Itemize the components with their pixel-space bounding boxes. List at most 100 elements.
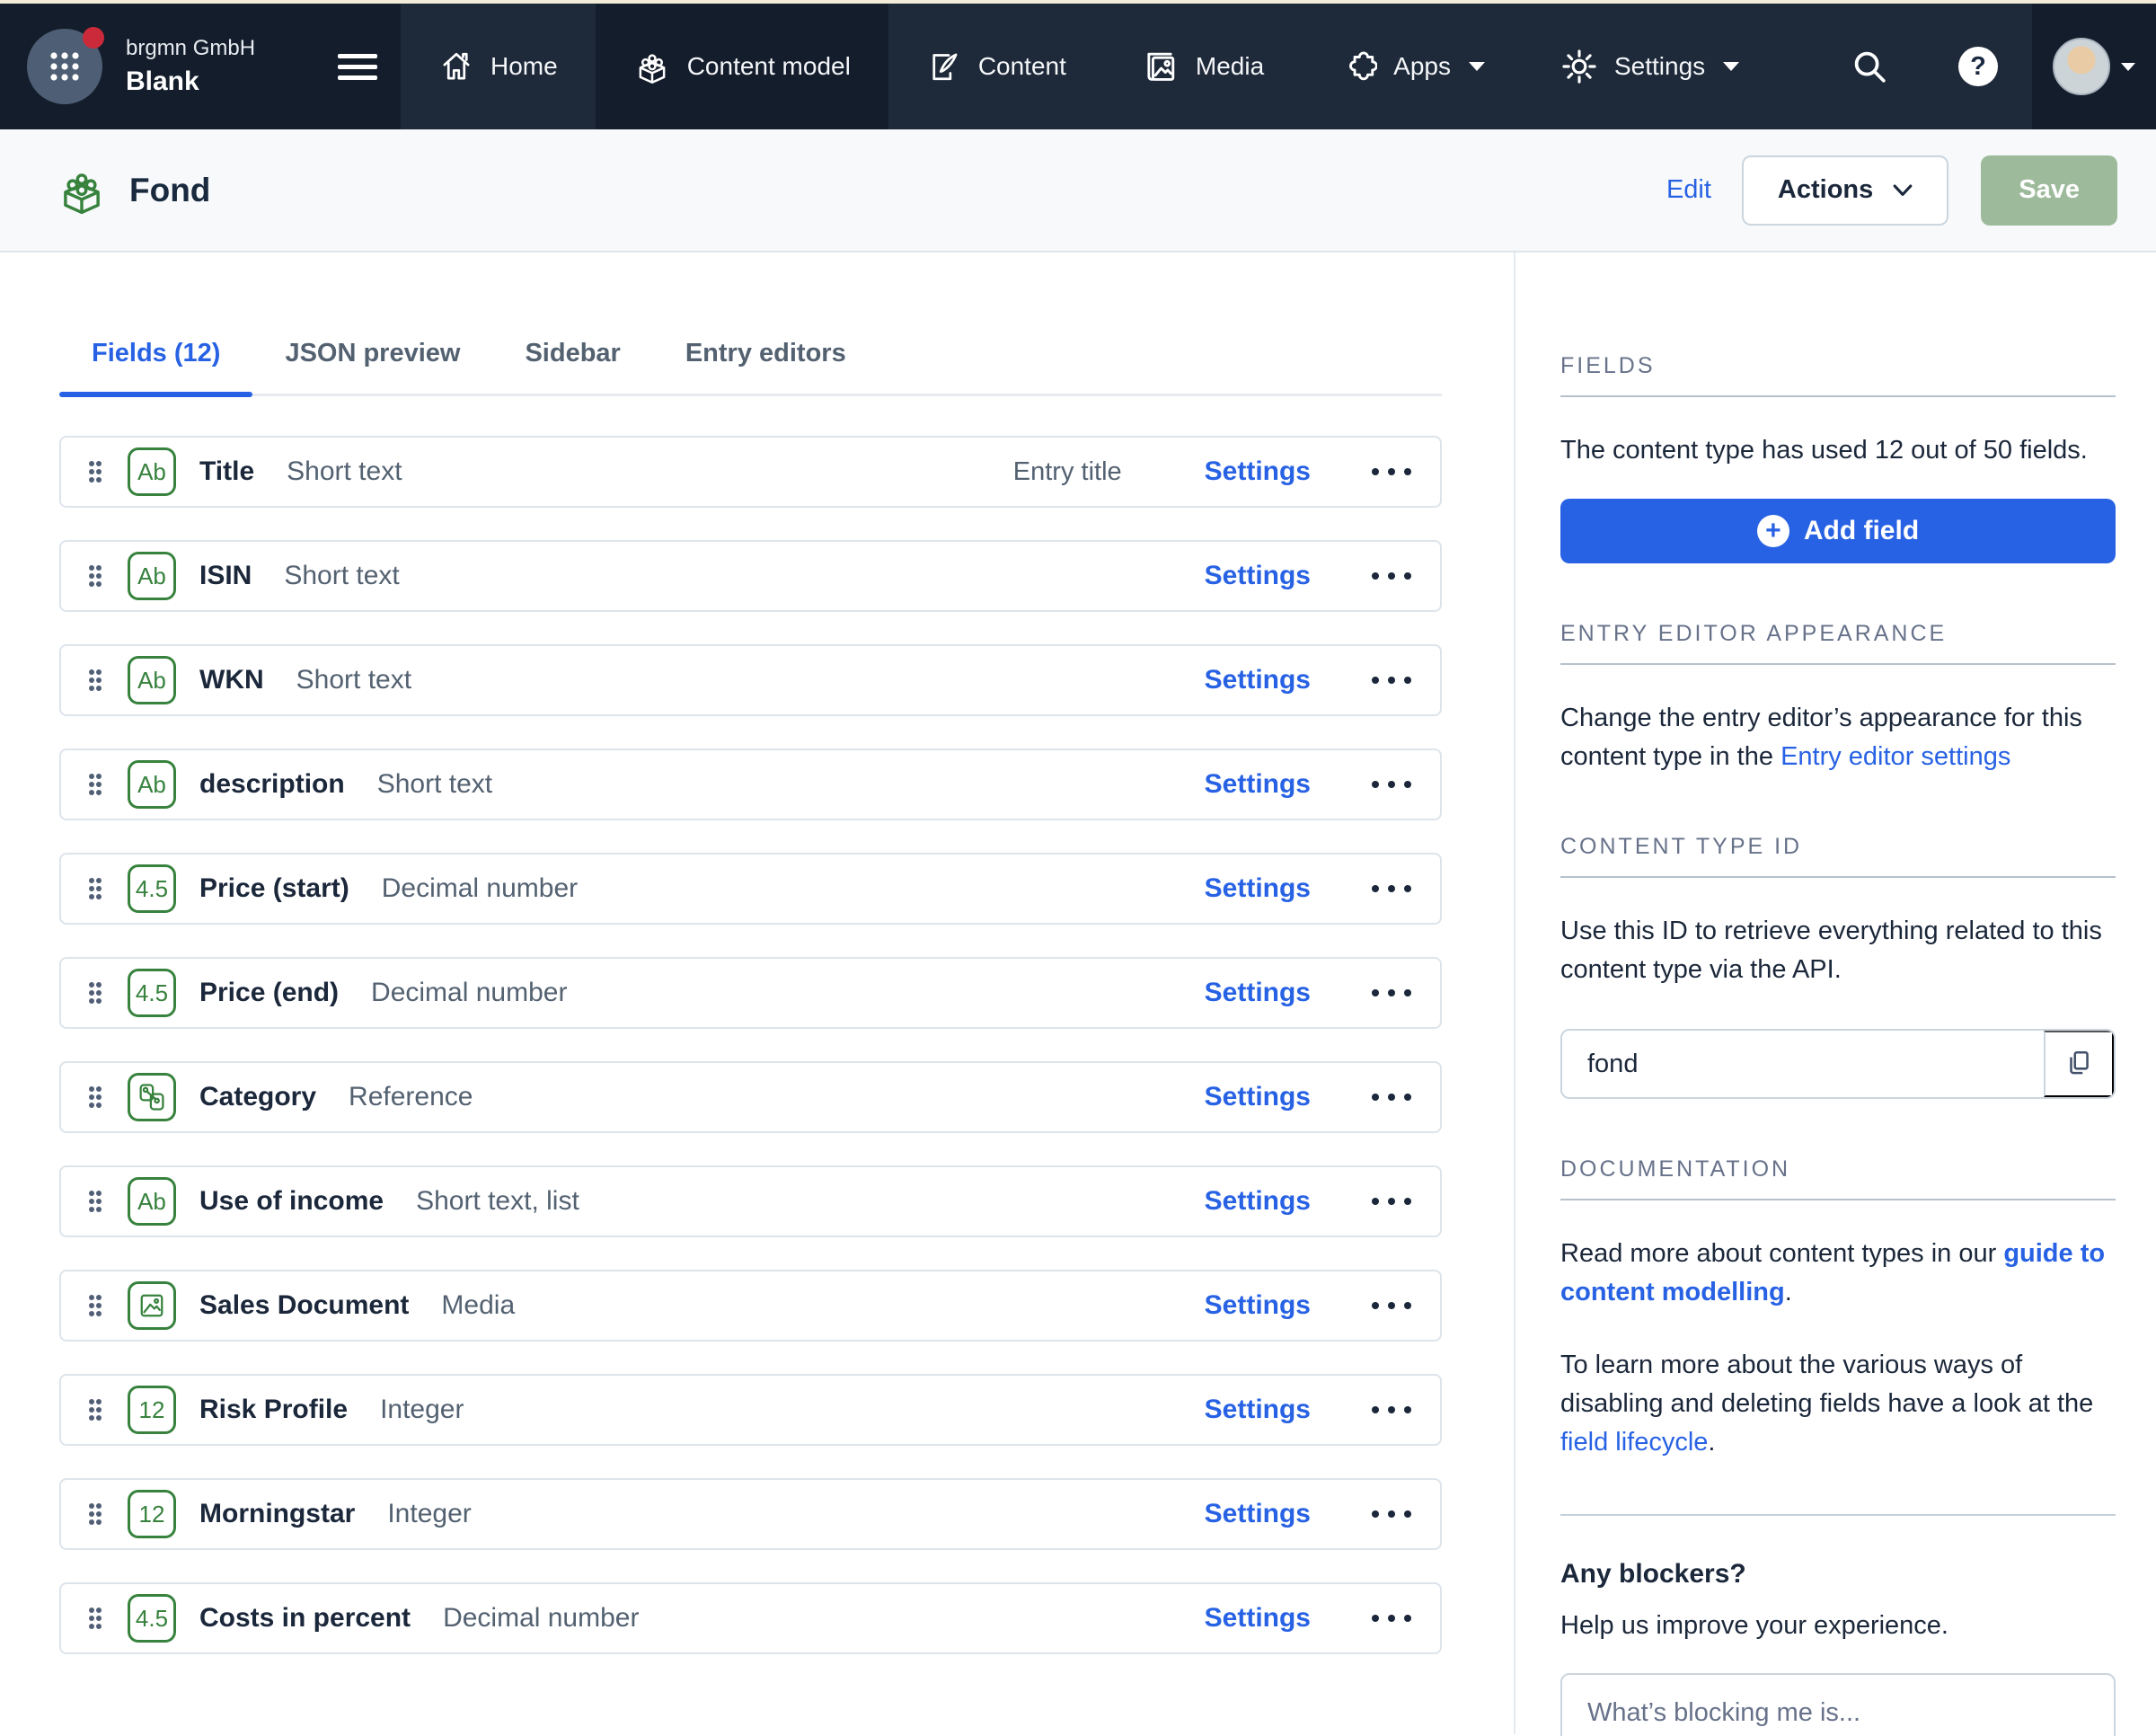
field-settings-link[interactable]: Settings <box>1205 1186 1311 1217</box>
field-settings-link[interactable]: Settings <box>1205 1082 1311 1112</box>
field-settings-link[interactable]: Settings <box>1205 561 1311 591</box>
field-type-label: Media <box>441 1290 515 1321</box>
edit-link[interactable]: Edit <box>1666 175 1711 205</box>
field-lifecycle-link[interactable]: field lifecycle <box>1560 1428 1708 1457</box>
tab-entry-editors[interactable]: Entry editors <box>653 339 879 394</box>
actions-button[interactable]: Actions <box>1742 155 1948 226</box>
chevron-down-icon <box>1723 62 1739 71</box>
drag-handle-icon[interactable] <box>86 1500 104 1528</box>
field-name: Title <box>199 456 254 487</box>
nav-item-label: Media <box>1196 52 1264 81</box>
field-settings-link[interactable]: Settings <box>1205 873 1311 904</box>
field-name: WKN <box>199 665 264 695</box>
field-settings-link[interactable]: Settings <box>1205 978 1311 1008</box>
field-row: 4.5Price (end)Decimal numberSettings <box>59 957 1442 1029</box>
field-settings-link[interactable]: Settings <box>1205 769 1311 800</box>
tab-bar: Fields (12)JSON previewSidebarEntry edit… <box>59 339 1442 396</box>
field-overflow-button[interactable] <box>1368 882 1415 895</box>
account-menu[interactable] <box>2032 4 2156 129</box>
field-row: 4.5Costs in percentDecimal numberSetting… <box>59 1582 1442 1654</box>
entry-title-badge: Entry title <box>1013 457 1122 487</box>
org-avatar[interactable] <box>27 29 102 104</box>
home-icon <box>438 49 474 84</box>
field-name: Price (end) <box>199 978 339 1008</box>
tab-json-preview[interactable]: JSON preview <box>252 339 492 394</box>
nav-item-content[interactable]: Content <box>888 4 1104 129</box>
content-type-icon <box>56 164 108 217</box>
field-row: AbUse of incomeShort text, listSettings <box>59 1165 1442 1237</box>
documentation-p2-before: To learn more about the various ways of … <box>1560 1351 2093 1418</box>
drag-handle-icon[interactable] <box>86 1083 104 1112</box>
field-overflow-button[interactable] <box>1368 1508 1415 1520</box>
field-type-icon: 12 <box>128 1490 176 1538</box>
field-name: ISIN <box>199 561 252 591</box>
entry-editor-settings-link[interactable]: Entry editor settings <box>1780 742 2010 771</box>
field-overflow-button[interactable] <box>1368 1091 1415 1103</box>
field-overflow-button[interactable] <box>1368 1612 1415 1625</box>
field-overflow-button[interactable] <box>1368 778 1415 791</box>
documentation-heading: DOCUMENTATION <box>1560 1156 2116 1200</box>
field-type-icon: Ab <box>128 1177 176 1226</box>
drag-handle-icon[interactable] <box>86 1395 104 1424</box>
field-settings-link[interactable]: Settings <box>1205 1395 1311 1425</box>
field-name: Costs in percent <box>199 1603 411 1634</box>
drag-handle-icon[interactable] <box>86 666 104 695</box>
field-overflow-button[interactable] <box>1368 987 1415 999</box>
field-row: AbdescriptionShort textSettings <box>59 748 1442 820</box>
field-overflow-button[interactable] <box>1368 1195 1415 1208</box>
nav-item-apps[interactable]: Apps <box>1302 4 1523 129</box>
blockers-title: Any blockers? <box>1560 1559 2116 1590</box>
field-name: Sales Document <box>199 1290 409 1321</box>
tab-fields-12-[interactable]: Fields (12) <box>59 339 252 394</box>
add-field-button[interactable]: + Add field <box>1560 499 2116 563</box>
sidebar-divider <box>1560 1514 2116 1516</box>
field-name: Use of income <box>199 1186 384 1217</box>
drag-handle-icon[interactable] <box>86 874 104 903</box>
field-overflow-button[interactable] <box>1368 674 1415 686</box>
field-settings-link[interactable]: Settings <box>1205 1603 1311 1634</box>
field-overflow-button[interactable] <box>1368 465 1415 478</box>
nav-item-content-model[interactable]: Content model <box>596 4 888 129</box>
field-list: AbTitleShort textEntry titleSettingsAbIS… <box>59 436 1442 1654</box>
field-row: AbISINShort textSettings <box>59 540 1442 612</box>
field-settings-link[interactable]: Settings <box>1205 456 1311 487</box>
org-block[interactable]: brgmn GmbH Blank <box>0 4 401 129</box>
entry-editor-text: Change the entry editor’s appearance for… <box>1560 699 2116 776</box>
field-settings-link[interactable]: Settings <box>1205 1290 1311 1321</box>
field-type-icon: 12 <box>128 1386 176 1434</box>
field-type-label: Short text <box>287 456 402 487</box>
field-settings-link[interactable]: Settings <box>1205 665 1311 695</box>
dots-grid-icon <box>42 44 87 89</box>
drag-handle-icon[interactable] <box>86 770 104 799</box>
page-title: Fond <box>129 172 210 209</box>
field-overflow-button[interactable] <box>1368 1404 1415 1416</box>
entry-editor-heading: ENTRY EDITOR APPEARANCE <box>1560 621 2116 665</box>
top-navbar: brgmn GmbH Blank HomeContent modelConten… <box>0 4 2156 129</box>
drag-handle-icon[interactable] <box>86 1291 104 1320</box>
tab-sidebar[interactable]: Sidebar <box>492 339 652 394</box>
field-type-icon: Ab <box>128 760 176 809</box>
space-name: Blank <box>126 66 255 97</box>
field-overflow-button[interactable] <box>1368 570 1415 582</box>
drag-handle-icon[interactable] <box>86 979 104 1007</box>
drag-handle-icon[interactable] <box>86 1604 104 1633</box>
documentation-p1-before: Read more about content types in our <box>1560 1239 2003 1268</box>
blocker-textarea[interactable] <box>1560 1673 2116 1736</box>
drag-handle-icon[interactable] <box>86 457 104 486</box>
help-button[interactable]: ? <box>1924 4 2032 129</box>
drag-handle-icon[interactable] <box>86 1187 104 1216</box>
nav-item-media[interactable]: Media <box>1104 4 1302 129</box>
field-settings-link[interactable]: Settings <box>1205 1499 1311 1529</box>
save-button[interactable]: Save <box>1981 155 2117 226</box>
search-button[interactable] <box>1815 4 1924 129</box>
menu-toggle-button[interactable] <box>338 48 377 86</box>
copy-id-button[interactable] <box>2044 1031 2114 1097</box>
field-overflow-button[interactable] <box>1368 1299 1415 1312</box>
field-type-label: Integer <box>387 1499 471 1529</box>
field-type-label: Decimal number <box>371 978 567 1008</box>
nav-item-home[interactable]: Home <box>401 4 596 129</box>
field-type-icon: 4.5 <box>128 864 176 913</box>
nav-item-settings[interactable]: Settings <box>1523 4 1777 129</box>
content-type-id-input[interactable] <box>1562 1031 2044 1097</box>
drag-handle-icon[interactable] <box>86 562 104 590</box>
